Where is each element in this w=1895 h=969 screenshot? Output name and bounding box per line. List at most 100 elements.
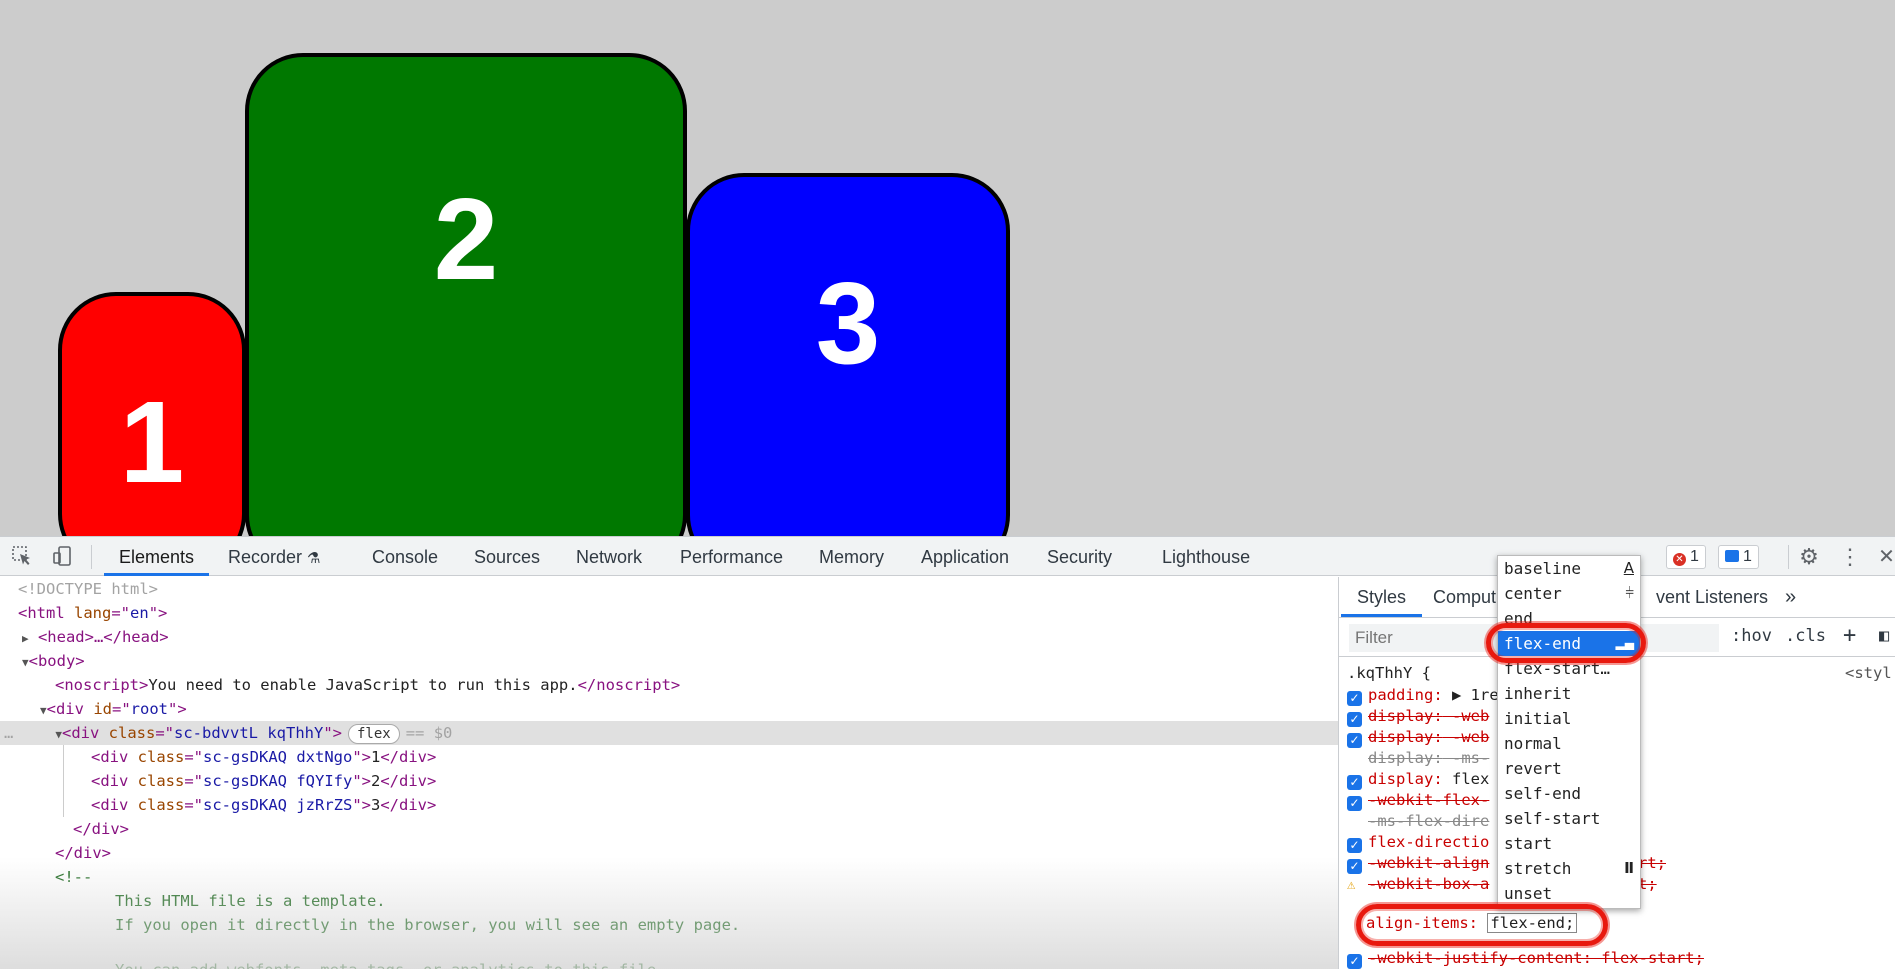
- property-name: flex-directio: [1368, 833, 1490, 851]
- close-div-outer-text: </div>: [55, 844, 111, 862]
- css-declaration[interactable]: ✓ display: -web: [1347, 705, 1489, 727]
- tab-memory[interactable]: Memory: [819, 537, 884, 576]
- device-toolbar-icon[interactable]: [50, 545, 74, 569]
- flex-item-1: 1: [58, 292, 246, 536]
- checkbox-icon[interactable]: ✓: [1347, 733, 1362, 748]
- rule-selector[interactable]: .kqThhY {: [1347, 662, 1431, 684]
- suggestion-initial[interactable]: initial: [1498, 706, 1640, 731]
- checkbox-icon[interactable]: ✓: [1347, 775, 1362, 790]
- checkbox-icon[interactable]: ✓: [1347, 712, 1362, 727]
- suggestion-label: stretch: [1504, 859, 1572, 878]
- tab-elements[interactable]: Elements: [104, 537, 210, 576]
- html-tag: html: [27, 604, 65, 622]
- suggestion-self-start[interactable]: self-start: [1498, 806, 1640, 831]
- dom-html-node[interactable]: <html lang="en">: [18, 601, 167, 625]
- css-declaration[interactable]: display: -ms-: [1347, 747, 1489, 769]
- comment-open-text: <!--: [55, 868, 93, 886]
- dom-child-node[interactable]: <div class="sc-gsDKAQ jzRrZS">3</div>: [91, 793, 436, 817]
- dom-body-node[interactable]: ▼<body>: [22, 649, 85, 673]
- flex-badge[interactable]: flex: [347, 724, 400, 744]
- checkbox-icon[interactable]: ✓: [1347, 838, 1362, 853]
- error-icon: ✕: [1673, 553, 1686, 566]
- tab-security[interactable]: Security: [1047, 537, 1112, 576]
- more-vertical-icon[interactable]: ⋮: [1838, 545, 1862, 569]
- dom-close-div-inner[interactable]: </div>: [73, 817, 129, 841]
- child-class: sc-gsDKAQ dxtNgo: [203, 748, 353, 766]
- dom-child-node[interactable]: <div class="sc-gsDKAQ dxtNgo">1</div>: [91, 745, 436, 769]
- new-rule-button[interactable]: +: [1843, 623, 1856, 648]
- dom-comment-line: This HTML file is a template.: [115, 889, 386, 913]
- dom-close-div-outer[interactable]: </div>: [55, 841, 111, 865]
- sidebar-toggle-icon[interactable]: ◧: [1879, 626, 1895, 646]
- suggestion-baseline[interactable]: baseline A: [1498, 556, 1640, 581]
- noscript-text: You need to enable JavaScript to run thi…: [148, 676, 578, 694]
- page-viewport: 1 2 3: [0, 0, 1895, 536]
- css-declaration[interactable]: ✓ display: -web: [1347, 726, 1489, 748]
- property-value: -web: [1452, 707, 1490, 725]
- collapse-triangle-icon[interactable]: ▼: [40, 704, 47, 717]
- dom-head-node[interactable]: ▶ <head>…</head>: [22, 625, 169, 649]
- noscript-open: <noscript>: [55, 676, 149, 694]
- class-toggle[interactable]: .cls: [1785, 626, 1826, 646]
- dom-doctype[interactable]: <!DOCTYPE html>: [18, 577, 158, 601]
- hover-state-toggle[interactable]: :hov: [1731, 626, 1772, 646]
- recorder-flask-icon: ⚗: [307, 550, 321, 567]
- selected-div-attr: class: [108, 724, 156, 742]
- dom-root-div-node[interactable]: ▼<div id="root">: [40, 697, 187, 721]
- suggestion-stretch[interactable]: stretch Ⅱ: [1498, 856, 1640, 881]
- rule-source-link[interactable]: <styl: [1845, 662, 1892, 684]
- flex-item-3: 3: [686, 173, 1010, 536]
- tab-sources[interactable]: Sources: [474, 537, 540, 576]
- dom-comment-line: You can add webfonts, meta tags, or anal…: [115, 958, 666, 969]
- css-declaration[interactable]: ✓ display: flex: [1347, 768, 1489, 790]
- more-tabs-icon[interactable]: »: [1785, 577, 1796, 617]
- property-name: -webkit-align: [1368, 854, 1490, 872]
- dom-selected-div-node[interactable]: … ▼<div class="sc-bdvvtL kqThhY"> flex == $…: [0, 721, 1338, 745]
- message-count-badge[interactable]: 1: [1718, 545, 1759, 569]
- error-count-badge[interactable]: ✕ 1: [1666, 545, 1706, 569]
- close-icon[interactable]: ✕: [1878, 545, 1895, 569]
- property-name: display:: [1368, 749, 1443, 767]
- collapse-triangle-icon[interactable]: ▼: [55, 728, 62, 741]
- tab-styles[interactable]: Styles: [1341, 577, 1423, 617]
- tab-console[interactable]: Console: [372, 537, 438, 576]
- tab-recorder[interactable]: Recorder ⚗: [228, 537, 321, 576]
- flex-item-1-label: 1: [119, 377, 185, 507]
- more-dots-icon[interactable]: …: [4, 724, 13, 742]
- child-text: 1: [371, 748, 381, 766]
- tab-lighthouse[interactable]: Lighthouse: [1162, 537, 1250, 576]
- suggestion-revert[interactable]: revert: [1498, 756, 1640, 781]
- tab-computed[interactable]: Comput: [1433, 577, 1496, 617]
- checkbox-icon[interactable]: ✓: [1347, 691, 1362, 706]
- root-div-attr: id: [93, 700, 112, 718]
- suggestion-center[interactable]: center ⫩: [1498, 581, 1640, 606]
- css-declaration[interactable]: ✓ flex-directio: [1347, 831, 1489, 853]
- property-value: ▶ 1re: [1452, 686, 1499, 704]
- dom-child-node[interactable]: <div class="sc-gsDKAQ fQYIfy">2</div>: [91, 769, 436, 793]
- settings-gear-icon[interactable]: ⚙: [1797, 545, 1821, 569]
- dom-noscript-node[interactable]: <noscript>You need to enable JavaScript …: [55, 673, 680, 697]
- tab-application[interactable]: Application: [921, 537, 1009, 576]
- checkbox-icon[interactable]: ✓: [1347, 954, 1362, 969]
- suggestion-inherit[interactable]: inherit: [1498, 681, 1640, 706]
- property-text: -webkit-justify-content: flex-start;: [1368, 949, 1704, 967]
- css-declaration[interactable]: ✓ -webkit-justify-content: flex-start;: [1347, 947, 1704, 969]
- tab-network[interactable]: Network: [576, 537, 642, 576]
- collapse-triangle-icon[interactable]: ▼: [22, 656, 29, 669]
- tab-event-listeners[interactable]: vent Listeners: [1656, 577, 1768, 617]
- css-declaration[interactable]: ✓ padding: ▶ 1re: [1347, 684, 1499, 706]
- expand-triangle-icon[interactable]: ▶: [22, 632, 29, 645]
- checkbox-icon[interactable]: ✓: [1347, 859, 1362, 874]
- inspect-element-icon[interactable]: [10, 545, 34, 569]
- suggestion-unset[interactable]: unset: [1498, 881, 1640, 906]
- suggestion-normal[interactable]: normal: [1498, 731, 1640, 756]
- suggestion-self-end[interactable]: self-end: [1498, 781, 1640, 806]
- html-attr-value: en: [130, 604, 149, 622]
- dom-comment-open[interactable]: <!--: [55, 865, 92, 889]
- tab-performance[interactable]: Performance: [680, 537, 783, 576]
- css-declaration[interactable]: -ms-flex-dire: [1347, 810, 1489, 832]
- property-value: -ms-: [1452, 749, 1490, 767]
- suggestion-start[interactable]: start: [1498, 831, 1640, 856]
- suggestion-label: start: [1504, 834, 1553, 853]
- checkbox-icon[interactable]: ✓: [1347, 796, 1362, 811]
